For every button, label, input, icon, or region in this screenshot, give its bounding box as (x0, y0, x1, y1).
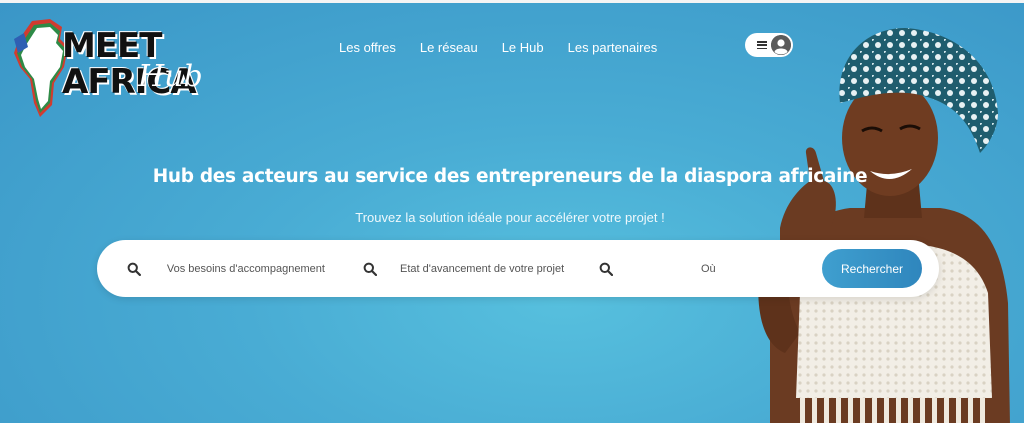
hero-headline: Hub des acteurs au service des entrepren… (152, 166, 868, 187)
nav-item-offres[interactable]: Les offres (339, 40, 396, 56)
location-search-field (599, 240, 809, 297)
nav-item-partenaires[interactable]: Les partenaires (568, 40, 658, 56)
nav-item-reseau[interactable]: Le réseau (420, 40, 478, 56)
needs-search-field (127, 240, 357, 297)
stage-input[interactable] (398, 261, 592, 276)
search-icon (127, 262, 141, 276)
nav-item-hub[interactable]: Le Hub (502, 40, 544, 56)
search-button[interactable]: Rechercher (822, 249, 922, 288)
logo-meet-text: MEET (62, 26, 162, 66)
hero-section: MEET AFRICA Hub Les offres Le réseau Le … (0, 3, 1024, 423)
meet-africa-hub-logo[interactable]: MEET AFRICA Hub (10, 13, 210, 125)
logo-hub-text: Hub (138, 59, 203, 94)
needs-input[interactable] (164, 261, 357, 276)
hero-subline: Trouvez la solution idéale pour accélére… (355, 210, 665, 225)
location-input[interactable] (699, 261, 803, 276)
search-icon (363, 262, 377, 276)
search-bar: Rechercher (97, 240, 939, 297)
main-nav: Les offres Le réseau Le Hub Les partenai… (339, 40, 657, 56)
search-icon (599, 262, 613, 276)
hero-woman-image (758, 28, 1010, 423)
stage-search-field (363, 240, 593, 297)
